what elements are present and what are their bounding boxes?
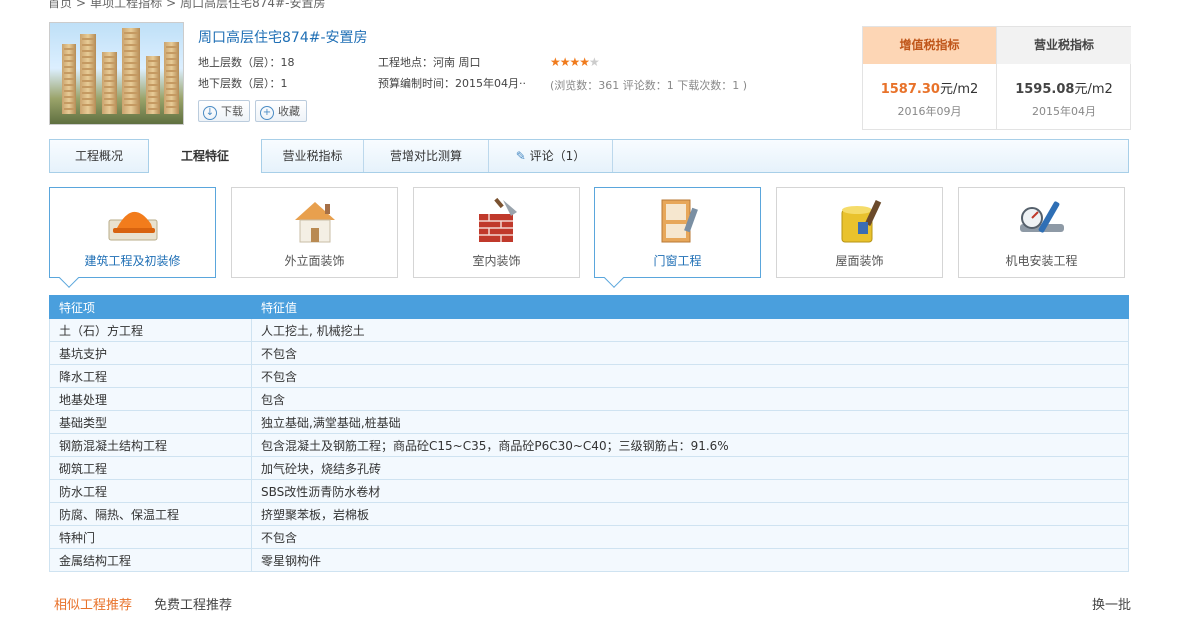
- table-row: 金属结构工程 零星钢构件: [49, 548, 1129, 572]
- table-row: 土（石）方工程 人工挖土, 机械挖土: [49, 318, 1129, 342]
- table-row: 地基处理 包含: [49, 387, 1129, 411]
- download-icon: ↓: [203, 106, 217, 120]
- category-facade[interactable]: 外立面装饰: [231, 187, 398, 278]
- tab-similar-projects[interactable]: 相似工程推荐: [54, 594, 132, 613]
- vat-index-date: 2016年09月: [897, 105, 962, 118]
- tab-comments[interactable]: ✎ 评论（1）: [489, 140, 613, 172]
- business-tax-index[interactable]: 营业税指标 1595.08元/m2 2015年04月: [997, 27, 1131, 130]
- table-header-row: 特征项 特征值: [49, 295, 1129, 319]
- table-row: 砌筑工程 加气砼块，烧结多孔砖: [49, 456, 1129, 480]
- table-row: 防腐、隔热、保温工程 挤塑聚苯板，岩棉板: [49, 502, 1129, 526]
- column-header: 特征项: [49, 295, 252, 319]
- plus-icon: +: [260, 106, 274, 120]
- project-stats: (浏览数：361 评论数：1 下载次数：1 ): [550, 79, 748, 92]
- tab-comparison[interactable]: 营增对比测算: [364, 140, 489, 172]
- pencil-icon: ✎: [515, 149, 530, 163]
- brick-trowel-icon: [478, 197, 517, 242]
- favorite-button[interactable]: + 收藏: [255, 100, 307, 122]
- table-row: 基坑支护 不包含: [49, 341, 1129, 365]
- category-label: 建筑工程及初装修: [84, 254, 181, 268]
- tab-bar: 工程概况 工程特征 营业税指标 营增对比测算 ✎ 评论（1）: [49, 139, 1129, 173]
- breadcrumb: 首页 > 单项工程指标 > 周口高层住宅874#-安置房: [48, 0, 329, 11]
- category-interior[interactable]: 室内装饰: [413, 187, 580, 278]
- table-row: 降水工程 不包含: [49, 364, 1129, 388]
- category-label: 机电安装工程: [1005, 254, 1078, 268]
- business-tax-index-date: 2015年04月: [1032, 105, 1096, 118]
- vat-index-value: 1587.30: [880, 82, 940, 97]
- tab-free-projects[interactable]: 免费工程推荐: [154, 594, 232, 613]
- project-title[interactable]: 周口高层住宅874#-安置房: [198, 27, 368, 47]
- category-mep[interactable]: 机电安装工程: [958, 187, 1125, 278]
- table-row: 钢筋混凝土结构工程 包含混凝土及钢筋工程；商品砼C15~C35，商品砼P6C30~…: [49, 433, 1129, 457]
- budget-time: 预算编制时间：2015年04月··: [378, 77, 526, 90]
- table-row: 基础类型 独立基础,满堂基础,桩基础: [49, 410, 1129, 434]
- table-row: 防水工程 SBS改性沥青防水卷材: [49, 479, 1129, 503]
- column-header: 特征值: [251, 295, 1129, 319]
- category-doors-windows[interactable]: 门窗工程: [594, 187, 761, 288]
- vat-index-header[interactable]: 增值税指标: [863, 27, 996, 64]
- category-label: 屋面装饰: [835, 254, 884, 268]
- tab-features[interactable]: 工程特征: [148, 139, 262, 173]
- breadcrumb-sep: >: [166, 0, 177, 10]
- below-floors: 地下层数（层）：1: [198, 77, 288, 90]
- business-tax-index-header[interactable]: 营业税指标: [997, 27, 1131, 64]
- category-label: 门窗工程: [653, 254, 702, 268]
- category-roofing[interactable]: 屋面装饰: [776, 187, 943, 278]
- index-panel: 增值税指标 1587.30元/m2 2016年09月 营业税指标 1595.08…: [862, 26, 1131, 130]
- category-label: 室内装饰: [472, 254, 521, 268]
- project-thumbnail: [49, 22, 184, 125]
- window-icon: [661, 199, 698, 243]
- refresh-link[interactable]: 换一批: [1092, 594, 1131, 613]
- breadcrumb-sep: >: [76, 0, 87, 10]
- vat-index[interactable]: 增值税指标 1587.30元/m2 2016年09月: [863, 27, 997, 130]
- business-tax-index-value: 1595.08: [1015, 82, 1075, 97]
- breadcrumb-current: 周口高层住宅874#-安置房: [180, 0, 326, 10]
- category-label: 外立面装饰: [284, 254, 345, 268]
- table-row: 特种门 不包含: [49, 525, 1129, 549]
- breadcrumb-category[interactable]: 单项工程指标: [90, 0, 162, 10]
- features-table: 特征项 特征值 土（石）方工程 人工挖土, 机械挖土 基坑支护 不包含 降水工程 不包…: [49, 295, 1129, 572]
- wrench-gauge-icon: [1019, 201, 1064, 233]
- breadcrumb-home[interactable]: 首页: [48, 0, 72, 10]
- tab-overview[interactable]: 工程概况: [50, 140, 149, 172]
- project-location: 工程地点：河南 周口: [378, 56, 481, 69]
- tab-business-tax[interactable]: 营业税指标: [262, 140, 364, 172]
- above-floors: 地上层数（层）：18: [198, 56, 295, 69]
- helmet-icon: [108, 211, 157, 241]
- paint-bucket-icon: [841, 199, 881, 243]
- download-button[interactable]: ↓ 下载: [198, 100, 250, 122]
- house-icon: [294, 202, 335, 243]
- rating-stars: ★★★★★: [550, 55, 600, 69]
- category-construction[interactable]: 建筑工程及初装修: [49, 187, 216, 288]
